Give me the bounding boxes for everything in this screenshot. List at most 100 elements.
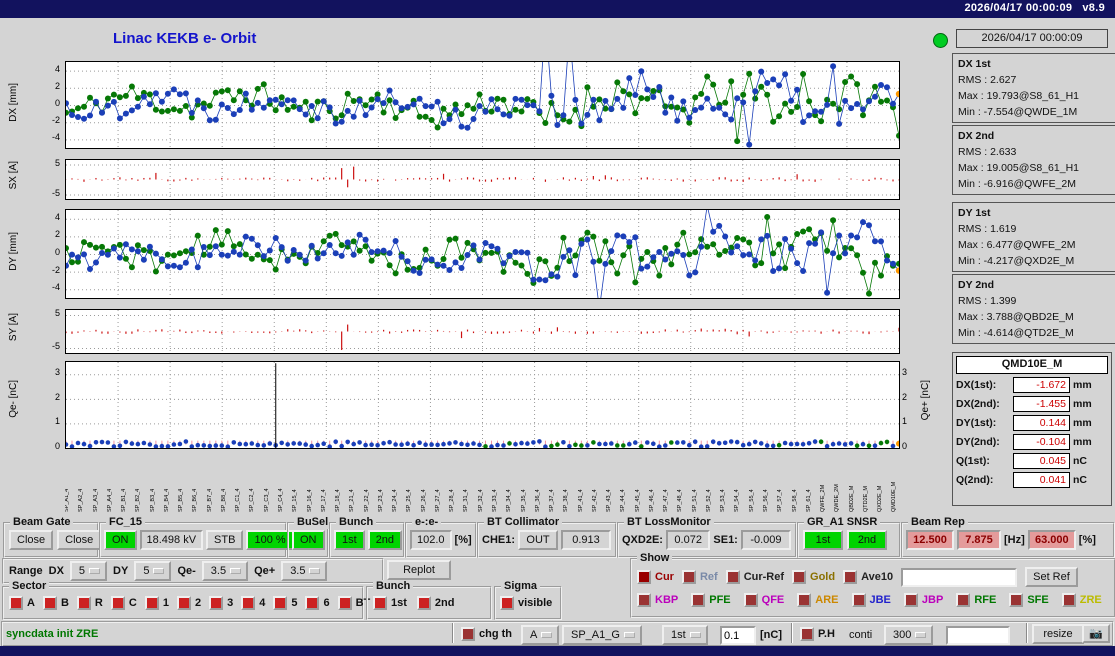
show-kbp-checkbox[interactable]: KBP	[637, 593, 678, 607]
checkbox-label: C	[129, 597, 137, 609]
show-ave10-checkbox[interactable]: Ave10	[843, 570, 893, 584]
checkbox-box-icon	[241, 596, 255, 610]
show-gold-checkbox[interactable]: Gold	[792, 570, 835, 584]
bunch-order-select[interactable]: 1st	[662, 625, 708, 645]
show-pfe-checkbox[interactable]: PFE	[691, 593, 730, 607]
range-qem-select[interactable]: 3.5	[202, 561, 248, 581]
show-rfe-checkbox[interactable]: RFE	[956, 593, 996, 607]
gr-snsr-1st-button[interactable]: 1st	[803, 530, 843, 550]
bunch-2nd-button[interactable]: 2nd	[368, 530, 402, 550]
bpm-row-unit: nC	[1073, 474, 1087, 486]
axis-label-sx: SX [A]	[8, 161, 19, 189]
show-jbp-checkbox[interactable]: JBP	[904, 593, 943, 607]
y-tick-label: 0	[34, 247, 60, 257]
y-tick-label: 3	[34, 367, 60, 377]
sector-4-checkbox[interactable]: 4	[241, 596, 265, 610]
checkbox-label: 6	[323, 597, 329, 609]
chart-sy	[65, 309, 900, 354]
checkbox-box-icon	[209, 596, 223, 610]
min-value: Min : -7.554@QWDE_1M	[958, 104, 1110, 120]
sector-1-checkbox[interactable]: 1	[145, 596, 169, 610]
fc15-on-button[interactable]: ON	[104, 530, 137, 550]
frame-title: Beam Rep	[908, 516, 968, 529]
range-dy-label: DY	[113, 565, 128, 577]
bpm-row-value: 0.045	[1013, 453, 1070, 469]
checkbox-box-icon	[177, 596, 191, 610]
show-jbe-checkbox[interactable]: JBE	[852, 593, 891, 607]
show-cur-checkbox[interactable]: Cur	[637, 570, 674, 584]
fc15-stb-button[interactable]: STB	[206, 530, 243, 550]
checkbox-label: Cur-Ref	[744, 571, 784, 583]
sector-2-checkbox[interactable]: 2	[177, 596, 201, 610]
sector-5-checkbox[interactable]: 5	[273, 596, 297, 610]
monitor-label: SP_47_4	[664, 450, 670, 512]
sector-c-checkbox[interactable]: C	[111, 596, 137, 610]
show-zre-checkbox[interactable]: ZRE	[1062, 593, 1102, 607]
checkbox-box-icon	[373, 596, 387, 610]
checkbox-label: 5	[291, 597, 297, 609]
bunch-2nd-checkbox[interactable]: 2nd	[417, 596, 455, 610]
interval-select[interactable]: 300	[884, 625, 933, 645]
sector-b-checkbox[interactable]: B	[43, 596, 69, 610]
gr-snsr-2nd-button[interactable]: 2nd	[847, 530, 887, 550]
y-tick-label: -5	[34, 341, 60, 351]
checkbox-label: Gold	[810, 571, 835, 583]
show-are-checkbox[interactable]: ARE	[797, 593, 838, 607]
interval-input[interactable]	[946, 626, 1010, 645]
replot-button[interactable]: Replot	[387, 560, 451, 580]
beam-gate-close-1-button[interactable]: Close	[9, 530, 53, 550]
sector-select[interactable]: A	[521, 625, 559, 645]
busel-on-button[interactable]: ON	[292, 530, 325, 550]
threshold-input[interactable]	[720, 626, 756, 645]
sector-6-checkbox[interactable]: 6	[305, 596, 329, 610]
che1-out-button[interactable]: OUT	[518, 530, 558, 550]
set-ref-button[interactable]: Set Ref	[1025, 567, 1078, 587]
y-tick-label-right: 3	[902, 367, 922, 377]
y-tick-label: 2	[34, 392, 60, 402]
sector-r-checkbox[interactable]: R	[77, 596, 103, 610]
ph-checkbox[interactable]: P.H	[800, 627, 835, 641]
bt-collimator-frame: BT Collimator CHE1: OUT 0.913	[477, 522, 617, 558]
ref-file-input[interactable]	[901, 568, 1017, 587]
monitor-label: SP_C2_4	[250, 450, 256, 512]
show-ref-checkbox[interactable]: Ref	[682, 570, 718, 584]
bunch-1st-button[interactable]: 1st	[334, 530, 365, 550]
max-value: Max : 19.793@S8_61_H1	[958, 88, 1110, 104]
sigma-visible-checkbox[interactable]: visible	[500, 596, 552, 610]
chg-th-checkbox[interactable]: chg th	[461, 627, 512, 641]
resize-button[interactable]: resize	[1032, 624, 1084, 644]
show-qfe-checkbox[interactable]: QFE	[744, 593, 785, 607]
orbit-window: 2026/04/17 00:00:09 v8.9 Linac KEKB e- O…	[0, 0, 1115, 656]
show-sfe-checkbox[interactable]: SFE	[1009, 593, 1048, 607]
monitor-select[interactable]: SP_A1_G	[562, 625, 642, 645]
monitor-label: SP_35_4	[522, 450, 528, 512]
range-dy-select[interactable]: 5	[134, 561, 171, 581]
monitor-label: SP_32_4	[479, 450, 485, 512]
checkbox-box-icon	[417, 596, 431, 610]
monitor-label: SP_B2_4	[136, 450, 142, 512]
bunch-1st-checkbox[interactable]: 1st	[373, 596, 407, 610]
min-value: Min : -6.916@QWFE_2M	[958, 176, 1110, 192]
qxd2e-value-display: 0.072	[666, 530, 710, 550]
show-cur-ref-checkbox[interactable]: Cur-Ref	[726, 570, 784, 584]
range-qep-select[interactable]: 3.5	[281, 561, 327, 581]
che1-value-display: 0.913	[561, 530, 611, 550]
y-tick-label-right: 2	[902, 392, 922, 402]
monitor-label: SP_52_4	[707, 450, 713, 512]
screenshot-camera-button[interactable]: 📷	[1082, 624, 1110, 643]
beam-gate-close-2-button[interactable]: Close	[57, 530, 101, 550]
checkbox-label: KBP	[655, 594, 678, 606]
checkbox-label: R	[95, 597, 103, 609]
monitor-label: QMD10E_M	[892, 450, 898, 512]
checkbox-label: 2nd	[435, 597, 455, 609]
y-tick-label-right: 0	[902, 441, 922, 451]
y-tick-label: 4	[34, 64, 60, 74]
range-dx-select[interactable]: 5	[70, 561, 107, 581]
bpm-row-unit: mm	[1073, 417, 1092, 429]
current-time-display: 2026/04/17 00:00:09	[956, 29, 1108, 48]
sector-3-checkbox[interactable]: 3	[209, 596, 233, 610]
fc15-frame: FC_15 ON 18.498 kV STB 100 %	[99, 522, 287, 558]
monitor-label: SP_43_4	[607, 450, 613, 512]
range-label: Range	[9, 565, 43, 577]
sector-a-checkbox[interactable]: A	[9, 596, 35, 610]
